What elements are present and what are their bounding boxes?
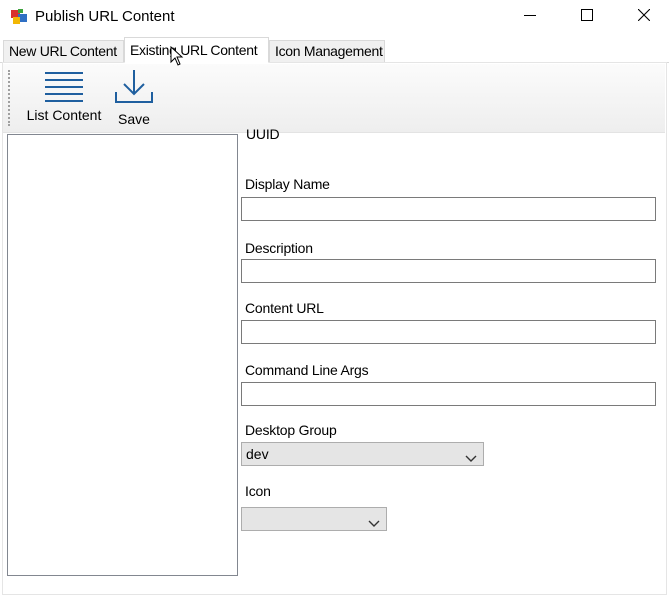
minimize-icon bbox=[524, 8, 536, 24]
display-name-field[interactable] bbox=[241, 197, 656, 221]
close-button[interactable] bbox=[621, 0, 667, 32]
tab-existing-url-content[interactable]: Existing URL Content bbox=[124, 37, 269, 63]
download-icon bbox=[112, 68, 156, 109]
desktop-group-select[interactable]: dev bbox=[241, 442, 484, 466]
description-label: Description bbox=[245, 240, 313, 256]
tab-icon-management[interactable]: Icon Management bbox=[269, 40, 385, 62]
save-label: Save bbox=[118, 111, 150, 127]
desktop-group-label: Desktop Group bbox=[245, 422, 337, 438]
list-content-button[interactable]: List Content bbox=[22, 68, 106, 128]
command-line-args-label: Command Line Args bbox=[245, 362, 369, 378]
list-icon bbox=[22, 68, 106, 105]
chevron-down-icon bbox=[368, 515, 380, 531]
chevron-down-icon bbox=[465, 450, 477, 466]
display-name-label: Display Name bbox=[245, 176, 330, 192]
maximize-icon bbox=[581, 8, 593, 24]
content-url-field[interactable] bbox=[241, 320, 656, 344]
maximize-button[interactable] bbox=[564, 0, 610, 32]
content-list[interactable] bbox=[7, 134, 238, 576]
save-button[interactable]: Save bbox=[112, 68, 156, 128]
content-url-label: Content URL bbox=[245, 300, 324, 316]
desktop-group-value: dev bbox=[246, 446, 269, 462]
uuid-label: UUID bbox=[246, 126, 280, 142]
icon-label: Icon bbox=[245, 483, 271, 499]
window-title: Publish URL Content bbox=[35, 8, 175, 25]
minimize-button[interactable] bbox=[507, 0, 553, 32]
list-content-label: List Content bbox=[26, 107, 102, 123]
command-line-args-field[interactable] bbox=[241, 382, 656, 406]
icon-select[interactable] bbox=[241, 507, 387, 531]
mouse-cursor-icon bbox=[170, 45, 184, 69]
tab-new-url-content[interactable]: New URL Content bbox=[3, 40, 124, 62]
close-icon bbox=[637, 8, 651, 24]
toolbar-grip[interactable] bbox=[8, 70, 13, 126]
app-window-icon bbox=[10, 8, 28, 26]
title-bar: Publish URL Content bbox=[0, 0, 669, 36]
description-field[interactable] bbox=[241, 259, 656, 283]
